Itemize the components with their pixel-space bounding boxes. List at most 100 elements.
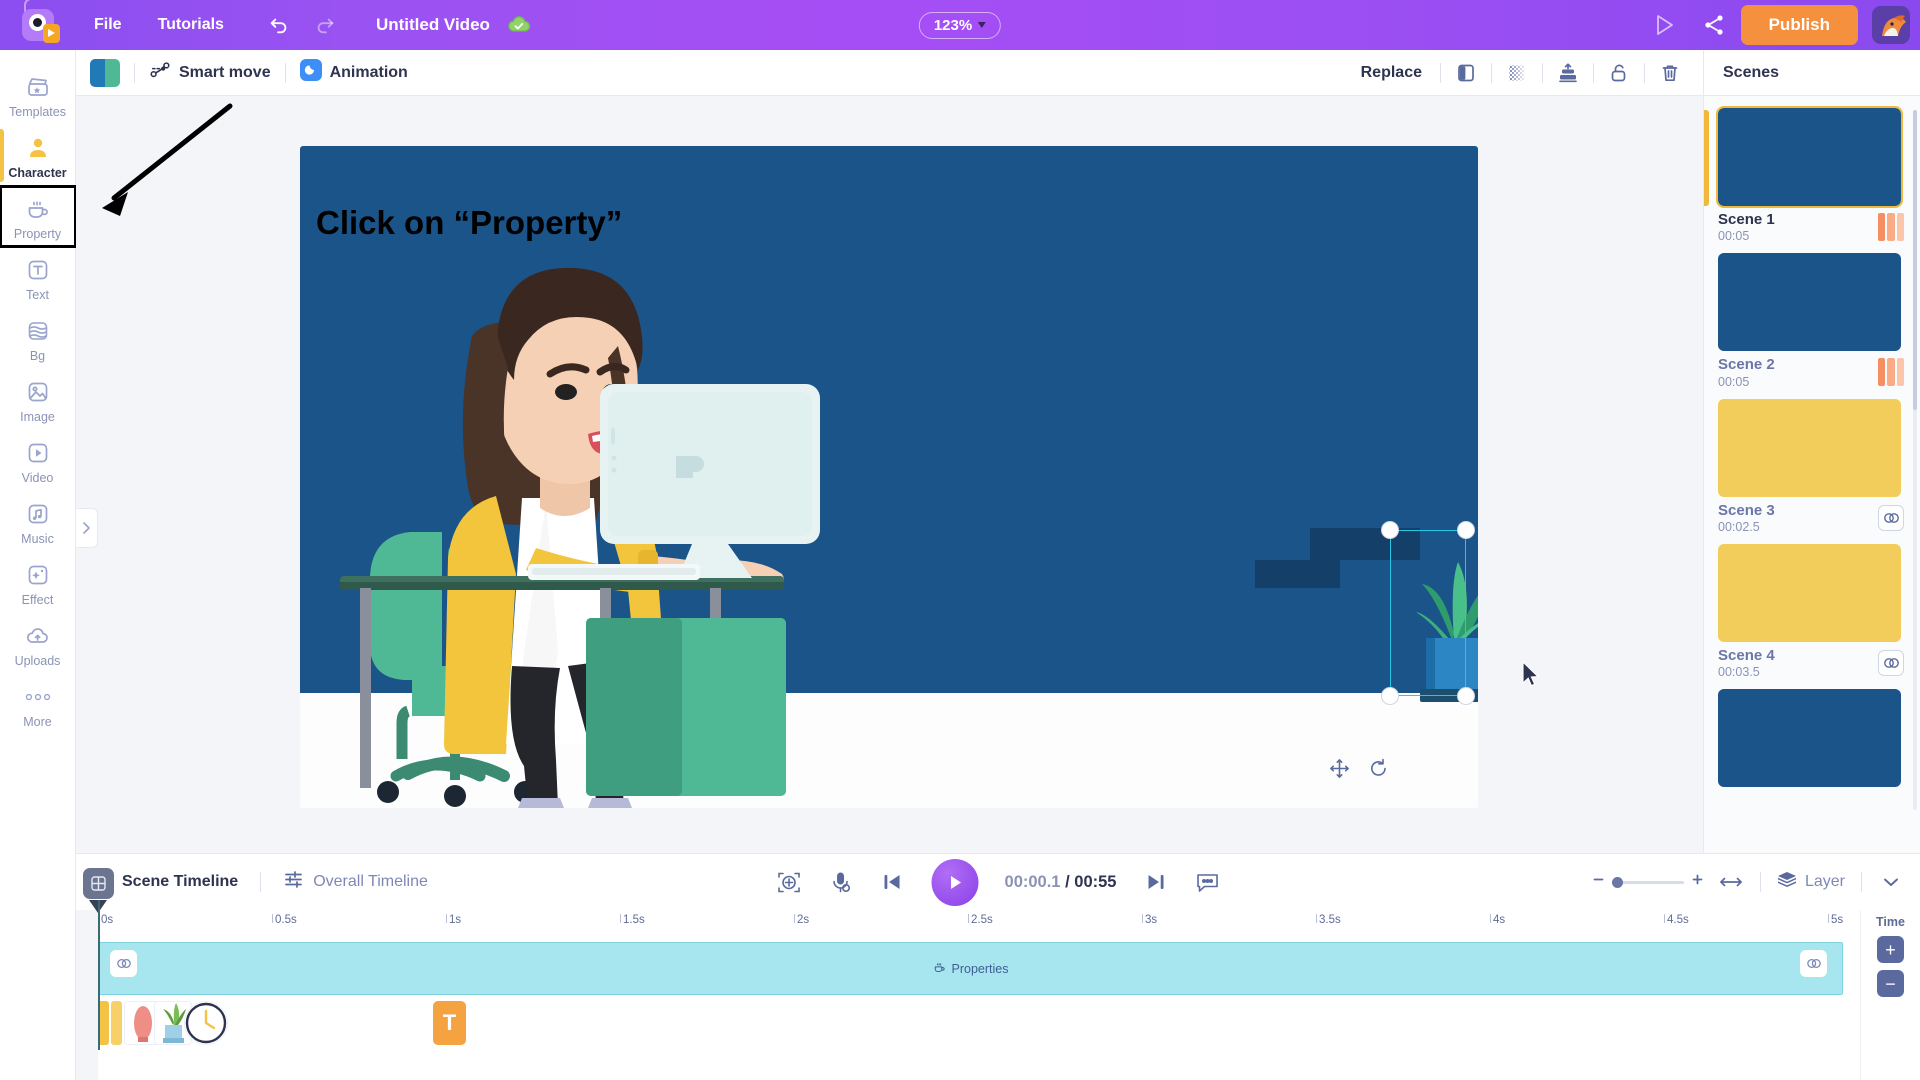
sidebar-item-music[interactable]: Music <box>0 491 76 552</box>
scene-thumbnail[interactable] <box>1718 689 1901 787</box>
share-icon[interactable] <box>1691 0 1737 50</box>
scene-timeline-label: Scene Timeline <box>122 873 239 890</box>
move-icon[interactable] <box>1328 757 1351 780</box>
fit-width-icon[interactable] <box>1718 869 1744 895</box>
current-time: 00:00.1 <box>1004 872 1061 891</box>
timeline-tracks[interactable]: Properties T <box>76 938 1920 1080</box>
object-action-buttons <box>1328 757 1390 780</box>
skip-next-icon[interactable] <box>1142 869 1168 895</box>
sidebar-item-label: Bg <box>29 349 46 363</box>
timeline-zoom-slider[interactable] <box>1592 873 1704 891</box>
scene-card-3[interactable]: Scene 3 00:02.5 <box>1718 398 1906 534</box>
sidebar-item-more[interactable]: More <box>0 674 76 735</box>
smart-move-button[interactable]: Smart move <box>149 60 271 85</box>
divider <box>1542 62 1543 83</box>
sidebar-item-templates[interactable]: Templates <box>0 64 76 125</box>
sidebar-item-image[interactable]: Image <box>0 369 76 430</box>
layers-wave-icon <box>24 317 52 345</box>
element-thumb-scene-marker[interactable] <box>98 1001 109 1045</box>
sidebar-item-uploads[interactable]: Uploads <box>0 613 76 674</box>
remove-time-button[interactable]: − <box>1877 970 1904 997</box>
clip-label-group: Properties <box>933 961 1008 977</box>
tab-overall-timeline[interactable]: Overall Timeline <box>283 869 428 895</box>
scene-thumbnail[interactable] <box>1718 543 1901 642</box>
chevron-down-icon[interactable] <box>1878 869 1904 895</box>
divider <box>134 62 135 83</box>
unlock-icon[interactable] <box>1600 54 1638 92</box>
transition-link-button[interactable] <box>1878 504 1904 531</box>
resize-handle-bl[interactable] <box>1381 687 1399 705</box>
scenes-scrollbar-thumb[interactable] <box>1913 110 1917 410</box>
undo-icon[interactable] <box>256 0 302 50</box>
smart-move-icon <box>149 60 171 85</box>
sidebar-item-bg[interactable]: Bg <box>0 308 76 369</box>
sidebar-item-effect[interactable]: Effect <box>0 552 76 613</box>
transition-bars[interactable] <box>1878 213 1904 242</box>
plus-icon[interactable] <box>1691 873 1704 891</box>
playhead[interactable] <box>83 868 129 1050</box>
element-thumb-clock[interactable] <box>184 1001 228 1045</box>
scene-thumbnail[interactable] <box>1716 106 1903 208</box>
character-illustration[interactable] <box>300 146 1478 808</box>
resize-handle-tr[interactable] <box>1457 521 1475 539</box>
redo-icon[interactable] <box>302 0 348 50</box>
menu-tutorials[interactable]: Tutorials <box>140 0 242 50</box>
zoom-slider-track[interactable] <box>1611 876 1684 888</box>
play-preview-icon[interactable] <box>1641 0 1687 50</box>
timeline-clip-properties[interactable]: Properties <box>98 942 1843 995</box>
transition-bars[interactable] <box>1878 358 1904 387</box>
microphone-icon[interactable] <box>828 869 854 895</box>
transparency-icon[interactable] <box>1498 54 1536 92</box>
canvas-stage[interactable]: Click on “Property” <box>76 96 1703 853</box>
video-canvas[interactable] <box>300 146 1478 808</box>
minus-icon[interactable] <box>1592 873 1605 891</box>
sidebar-item-label: Effect <box>21 593 54 607</box>
clip-transition-left[interactable] <box>110 950 137 977</box>
scene-card-4[interactable]: Scene 4 00:03.5 <box>1718 543 1906 679</box>
scenes-scrollbar[interactable] <box>1913 110 1917 810</box>
transition-link-button[interactable] <box>1878 649 1904 676</box>
music-note-icon <box>24 500 52 528</box>
scene-thumbnail[interactable] <box>1718 253 1901 352</box>
flip-horizontal-icon[interactable] <box>1447 54 1485 92</box>
publish-button[interactable]: Publish <box>1740 5 1858 45</box>
scenes-list[interactable]: Scene 1 00:05 Scene 2 00:05 Scene 3 00:0… <box>1704 96 1920 853</box>
sidebar-item-video[interactable]: Video <box>0 430 76 491</box>
document-title[interactable]: Untitled Video <box>376 15 490 35</box>
resize-handle-tl[interactable] <box>1381 521 1399 539</box>
element-thumb-text[interactable]: T <box>433 1001 466 1045</box>
playhead-handle[interactable] <box>83 868 114 899</box>
sidebar-item-property[interactable]: Property <box>0 185 77 248</box>
play-button[interactable] <box>931 858 979 906</box>
rotate-icon[interactable] <box>1367 757 1390 780</box>
resize-handle-br[interactable] <box>1457 687 1475 705</box>
layer-button[interactable]: Layer <box>1777 870 1845 895</box>
user-avatar[interactable] <box>1872 6 1910 44</box>
element-thumb-scene-marker-2[interactable] <box>111 1001 122 1045</box>
animation-button[interactable]: Animation <box>299 59 408 86</box>
align-layer-icon[interactable] <box>1549 54 1587 92</box>
timeline-ruler[interactable]: 0s 0.5s 1s 1.5s 2s 2.5s 3s 3.5s 4s 4.5s … <box>76 868 1920 1050</box>
ruler-tick: 4.5s <box>1664 914 1689 926</box>
replace-button[interactable]: Replace <box>1361 64 1422 82</box>
scene-card-5[interactable] <box>1718 689 1906 787</box>
app-logo[interactable] <box>0 0 76 50</box>
add-time-button[interactable]: + <box>1877 936 1904 963</box>
zoom-slider-knob[interactable] <box>1611 876 1623 888</box>
skip-previous-icon[interactable] <box>880 869 906 895</box>
menu-file[interactable]: File <box>76 0 140 50</box>
caption-icon[interactable] <box>1194 869 1220 895</box>
scene-thumbnail[interactable] <box>1718 398 1901 497</box>
scene-card-1[interactable]: Scene 1 00:05 <box>1704 106 1906 243</box>
selection-box[interactable] <box>1381 521 1475 705</box>
color-swatch[interactable] <box>90 58 120 87</box>
expand-panel-button[interactable] <box>76 508 98 548</box>
zoom-level-dropdown[interactable]: 123% <box>918 11 1002 39</box>
add-focus-icon[interactable] <box>776 869 802 895</box>
clip-transition-right[interactable] <box>1800 950 1827 977</box>
delete-trash-icon[interactable] <box>1651 54 1689 92</box>
sidebar-item-character[interactable]: Character <box>0 125 76 186</box>
sidebar-item-text[interactable]: Text <box>0 247 76 308</box>
scene-name: Scene 2 <box>1718 356 1775 374</box>
scene-card-2[interactable]: Scene 2 00:05 <box>1718 253 1906 389</box>
